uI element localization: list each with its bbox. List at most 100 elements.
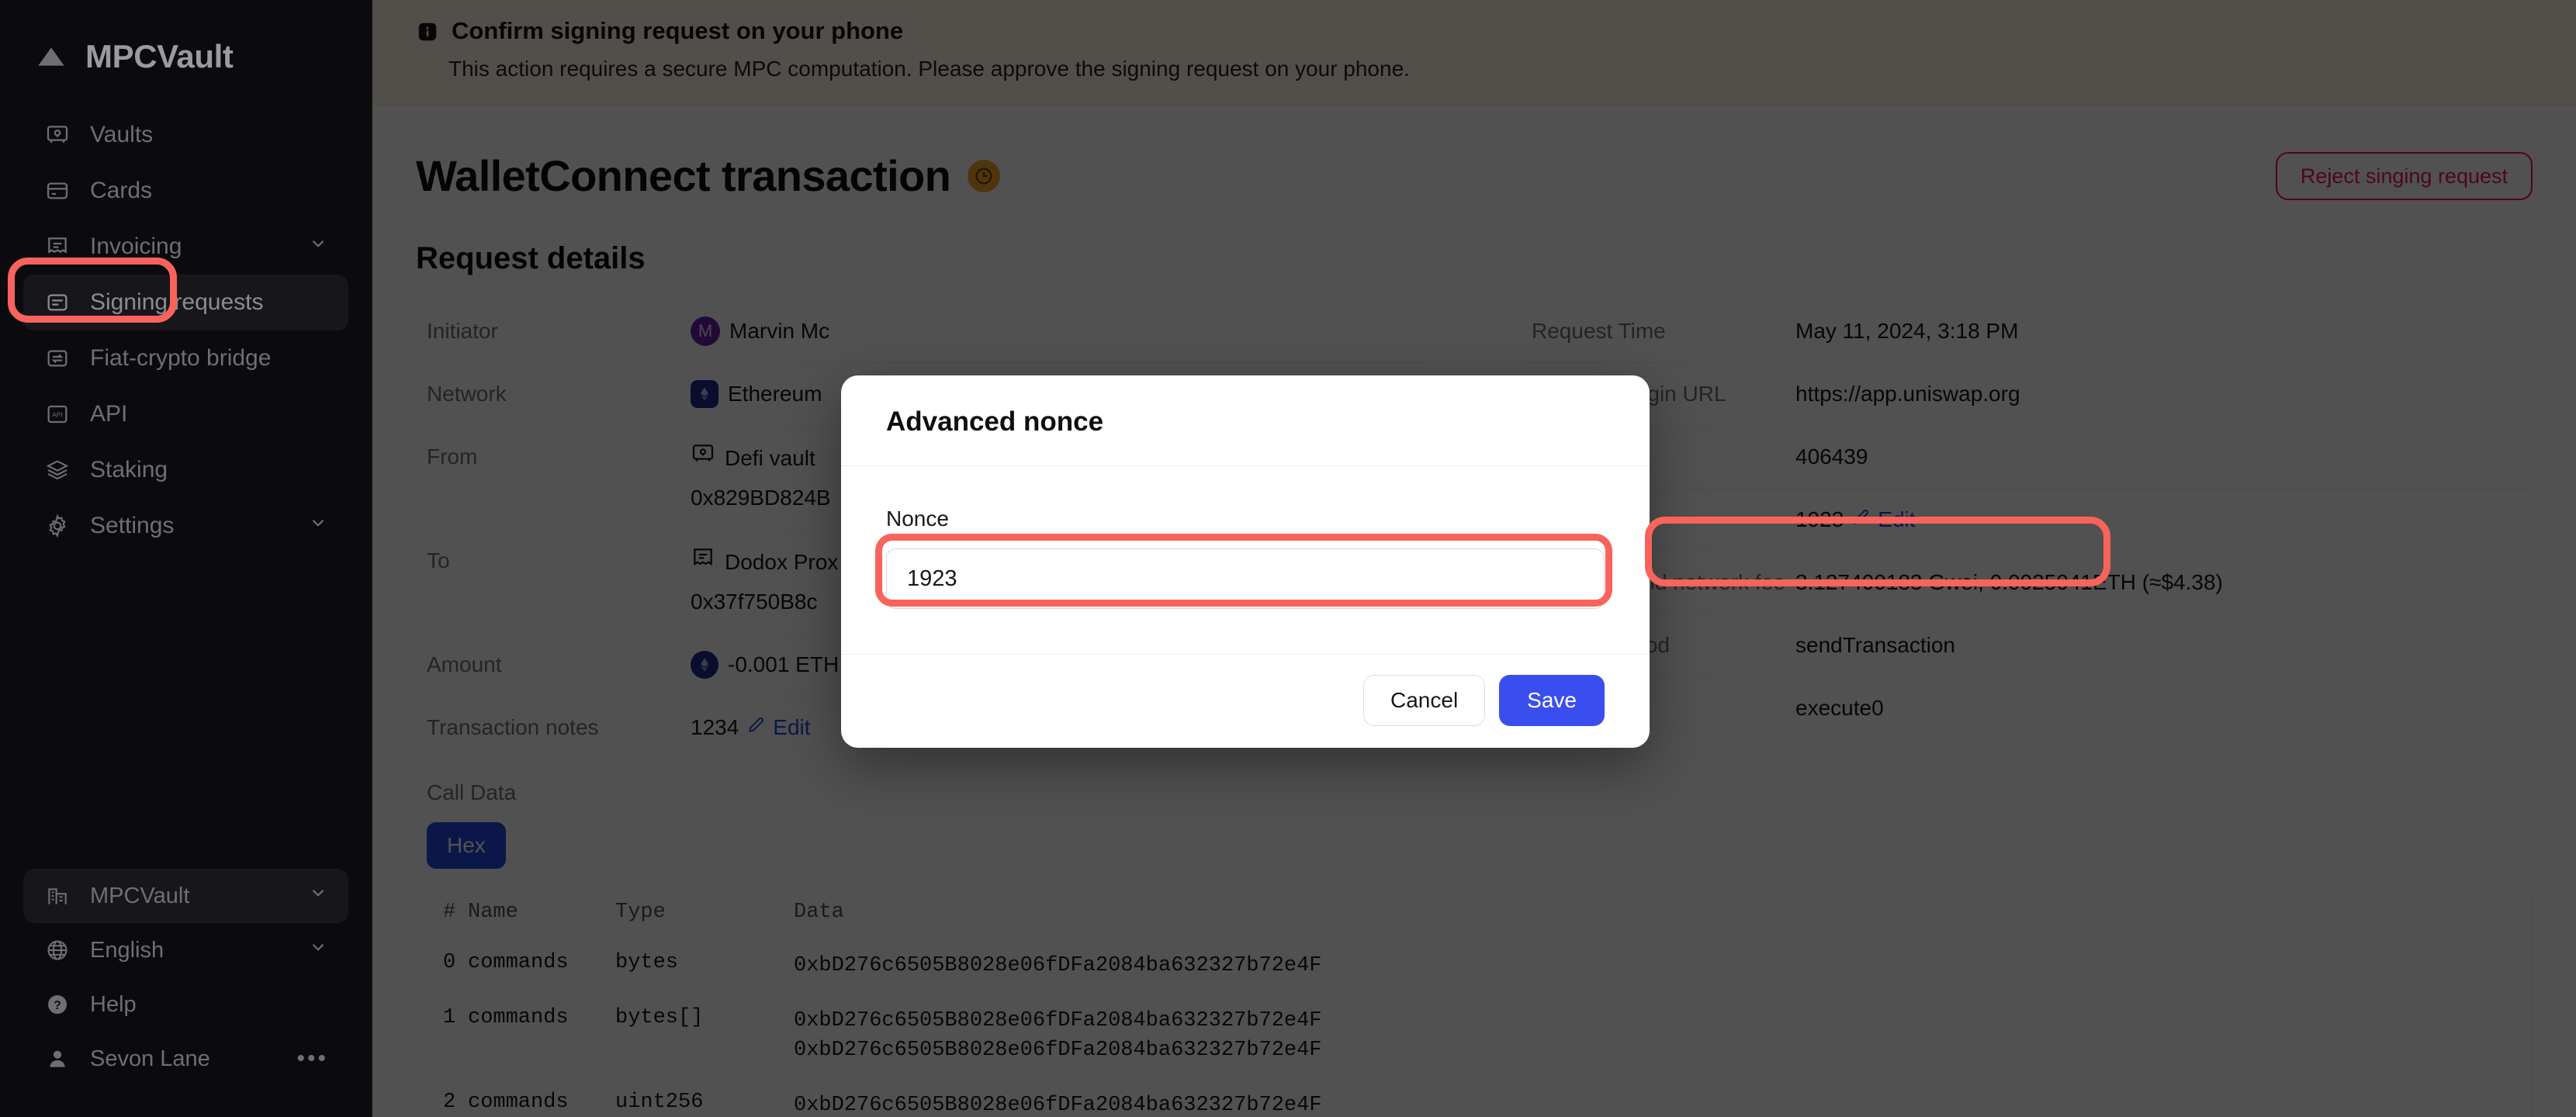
sidebar-item-fiat-crypto-bridge[interactable]: Fiat-crypto bridge: [23, 330, 348, 386]
detail-value: Ethereum: [728, 382, 822, 406]
data-value: 0xbD276c6505B8028e06fDFa2084ba632327b72e…: [794, 1039, 1322, 1062]
data-value: 0xbD276c6505B8028e06fDFa2084ba632327b72e…: [794, 954, 1322, 977]
ethereum-square-icon: [691, 380, 718, 408]
contract-icon: [691, 545, 715, 579]
table-header-row: # Name Type Data: [417, 887, 2532, 939]
sidebar-item-settings[interactable]: Settings: [23, 498, 348, 554]
sidebar-item-staking[interactable]: Staking: [23, 442, 348, 498]
page-title: WalletConnect transaction: [416, 151, 951, 200]
call-data-table-card: # Name Type Data 0 commands bytes 0xbD27…: [416, 886, 2533, 1117]
save-button[interactable]: Save: [1499, 675, 1605, 726]
invoice-icon: [43, 233, 71, 261]
sidebar-language-switcher[interactable]: English: [23, 923, 348, 977]
exchange-icon: [43, 344, 71, 372]
cell-data: 0xbD276c6505B8028e06fDFa2084ba632327b72e…: [794, 938, 2532, 994]
advanced-nonce-dialog: Advanced nonce Nonce Cancel Save: [841, 375, 1650, 748]
table-row: 0 commands bytes 0xbD276c6505B8028e06fDF…: [417, 938, 2532, 994]
data-value: 0xbD276c6505B8028e06fDFa2084ba632327b72e…: [794, 1009, 1322, 1032]
detail-row-gas-limit: Gas Limit 406439: [1521, 425, 2533, 488]
building-icon: [43, 882, 71, 910]
detail-value: 1234: [691, 715, 739, 739]
dialog-footer: Cancel Save: [841, 654, 1650, 748]
cell-type: uint256: [615, 1077, 794, 1117]
detail-row-request-time: Request Time May 11, 2024, 3:18 PM: [1521, 299, 2533, 362]
detail-value: https://app.uniswap.org: [1795, 382, 2020, 406]
layers-icon: [43, 456, 71, 484]
cell-name: commands: [468, 1077, 615, 1117]
confirm-banner: Confirm signing request on your phone Th…: [372, 0, 2576, 105]
brand-name: MPCVault: [85, 38, 234, 74]
banner-subtitle: This action requires a secure MPC comput…: [448, 57, 1410, 81]
edit-label: Edit: [773, 715, 811, 739]
info-icon: [416, 20, 439, 47]
dialog-header: Advanced nonce: [841, 375, 1650, 466]
chevron-down-icon[interactable]: [308, 513, 328, 539]
detail-value: 406439: [1795, 444, 1868, 469]
detail-value: 1923: [1795, 507, 1844, 531]
sidebar-item-vaults[interactable]: Vaults: [23, 107, 348, 163]
vault-icon: [691, 441, 715, 475]
detail-row-wallet-method: Wallet method sendTransaction: [1521, 614, 2533, 676]
reject-signing-request-button[interactable]: Reject singing request: [2275, 151, 2533, 200]
api-icon: API: [43, 400, 71, 428]
detail-value: May 11, 2024, 3:18 PM: [1795, 319, 2019, 343]
ethereum-circle-icon: [691, 651, 718, 679]
page-header: WalletConnect transaction Reject singing…: [372, 105, 2576, 201]
sidebar-item-help[interactable]: ? Help: [23, 977, 348, 1032]
table-row: 2 commands uint256 0xbD276c6505B8028e06f…: [417, 1077, 2532, 1117]
vault-icon: [43, 121, 71, 149]
sidebar-item-api[interactable]: API API: [23, 386, 348, 442]
nonce-input[interactable]: [886, 548, 1605, 609]
sidebar-item-invoicing[interactable]: Invoicing: [23, 219, 348, 275]
triangle-logo-icon: [34, 40, 68, 74]
cell-name: commands: [468, 938, 615, 994]
sidebar-language-label: English: [90, 937, 164, 963]
detail-value: -0.001 ETH: [728, 652, 840, 676]
sidebar-item-label: Cards: [90, 178, 153, 203]
call-data-label: Call Data: [427, 780, 517, 804]
detail-value: Defi vault: [725, 445, 815, 470]
hex-toggle-button[interactable]: Hex: [427, 822, 506, 869]
detail-label: From: [427, 444, 478, 469]
chevron-down-icon[interactable]: [308, 883, 328, 909]
cell-name: commands: [468, 993, 615, 1078]
svg-text:?: ?: [54, 999, 61, 1012]
banner-title: Confirm signing request on your phone: [452, 17, 904, 44]
sidebar-item-signing-requests[interactable]: Signing requests: [23, 275, 348, 330]
cell-data: 0xbD276c6505B8028e06fDFa2084ba632327b72e…: [794, 1077, 2532, 1117]
chevron-down-icon[interactable]: [308, 937, 328, 963]
column-header-type: Type: [615, 887, 794, 939]
detail-row-initiator: Initiator M Marvin Mc: [416, 299, 1428, 362]
chevron-down-icon[interactable]: [308, 233, 328, 260]
app-root: MPCVault Vaults Cards Invoicing Signing …: [0, 0, 2576, 1117]
sidebar-org-switcher[interactable]: MPCVault: [23, 869, 348, 923]
detail-label: Initiator: [427, 319, 498, 343]
cancel-button[interactable]: Cancel: [1363, 675, 1486, 726]
signing-icon: [43, 289, 71, 316]
sidebar-user-menu[interactable]: Sevon Lane •••: [23, 1032, 348, 1086]
edit-transaction-notes-button[interactable]: Edit: [746, 712, 811, 743]
detail-label: Request Time: [1532, 319, 1666, 343]
sidebar-item-label: API: [90, 401, 128, 427]
brand[interactable]: MPCVault: [0, 0, 372, 85]
call-data-table: # Name Type Data 0 commands bytes 0xbD27…: [417, 887, 2532, 1117]
detail-value: Dodox Prox: [725, 549, 839, 574]
nonce-field-label: Nonce: [886, 507, 949, 531]
edit-label: Edit: [1878, 507, 1916, 531]
user-menu-more-icon[interactable]: •••: [296, 1046, 328, 1072]
cell-type: bytes: [615, 938, 794, 994]
globe-icon: [43, 936, 71, 964]
detail-label: Amount: [427, 652, 502, 676]
detail-value: Marvin Mc: [729, 319, 830, 343]
detail-row-nonce: Nonce 1923 Edit: [1521, 488, 2533, 551]
pencil-icon: [746, 712, 767, 743]
section-title-request-details: Request details: [416, 241, 646, 275]
sidebar-nav: Vaults Cards Invoicing Signing requests …: [0, 85, 372, 554]
edit-nonce-button[interactable]: Edit: [1851, 504, 1916, 535]
pencil-icon: [1851, 504, 1871, 535]
detail-value: 3.127400183 Gwei, 0.0025041ETH (≈$4.38): [1795, 570, 2223, 594]
sidebar-item-label: Fiat-crypto bridge: [90, 345, 272, 371]
detail-label: To: [427, 548, 450, 572]
sidebar-item-cards[interactable]: Cards: [23, 163, 348, 219]
sidebar-item-label: Vaults: [90, 122, 154, 147]
